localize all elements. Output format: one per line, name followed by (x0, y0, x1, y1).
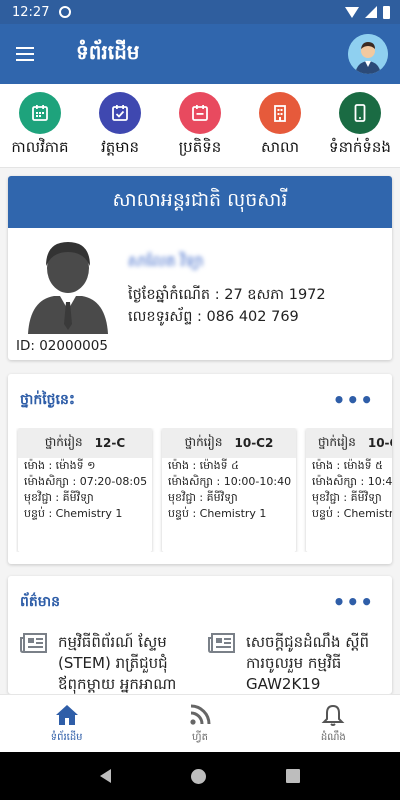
shortcut-calendar[interactable]: ប្រតិទិន (160, 92, 240, 160)
calendar-icon (19, 92, 61, 134)
section-title: ថ្នាក់ថ្ងៃនេះ (20, 392, 76, 408)
class-subject: មុខវិជ្ជា : គីមីវិទ្យា (168, 491, 238, 504)
nav-label: ដំណឹង (320, 731, 346, 743)
back-icon[interactable] (100, 769, 111, 783)
class-code: 10-C (367, 436, 392, 450)
status-time: 12:27 (12, 4, 50, 20)
class-code: 10-C2 (234, 436, 274, 450)
class-carousel[interactable]: ថ្នាក់រៀន 12-C ម៉ោង : ម៉ោងទី ១ ម៉ោងសិក្សា… (16, 428, 392, 552)
shortcut-schedule[interactable]: កាលវិភាគ (0, 92, 80, 160)
phone-icon (339, 92, 381, 134)
student-phone: លេខទូរស័ព្ទ : 086 402 769 (128, 309, 299, 325)
more-icon[interactable]: ••• (333, 388, 374, 412)
class-hour: ម៉ោង : ម៉ោងទី ១ (24, 459, 96, 472)
class-hour: ម៉ោង : ម៉ោងទី ៥ (312, 459, 383, 472)
building-icon (259, 92, 301, 134)
bell-icon (321, 704, 345, 726)
nav-notifications[interactable]: ដំណឹង (288, 703, 378, 745)
class-code: 12-C (94, 436, 126, 450)
person-placeholder-icon (24, 234, 112, 334)
shortcut-contact[interactable]: ទំនាក់ទំនង (320, 92, 400, 160)
home-button-icon[interactable] (191, 768, 206, 784)
signal-icon (365, 6, 377, 18)
nav-home[interactable]: ទំព័រដើម (22, 703, 112, 745)
page-title: ទំព័រដើម (76, 40, 140, 64)
class-lesson: បន្ទប់ : Chemistry 1 (312, 507, 392, 520)
data-saver-icon (59, 6, 72, 18)
bottom-nav: ទំព័រដើម ហ្វីត ដំណឹង (0, 694, 400, 752)
status-bar: 12:27 (0, 0, 400, 24)
class-time: ម៉ោងសិក្សា : 10:00-10:40 (168, 475, 292, 488)
class-hour: ម៉ោង : ម៉ោងទី ៤ (168, 459, 239, 472)
wifi-icon (345, 6, 359, 18)
shortcut-label: សាលា (260, 138, 300, 156)
student-name: សាលែត វិទ្យា (128, 252, 204, 270)
shortcut-bar: កាលវិភាគ វត្តមាន ប្រតិទិន សាលា ទំនាក់ទំន… (0, 84, 400, 168)
calendar-minus-icon (179, 92, 221, 134)
avatar[interactable] (348, 34, 388, 74)
class-lesson: បន្ទប់ : Chemistry 1 (24, 507, 123, 520)
nav-label: ទំព័រដើម (50, 731, 83, 743)
school-name: សាលាអន្តរជាតិ លុចសារី (8, 176, 392, 228)
class-subject: មុខវិជ្ជា : គីមីវិទ្យា (24, 491, 94, 504)
news-item[interactable]: សេចក្តីជូនដំណឹង ស្តីពី ការចូលរួម កម្មវិធ… (208, 632, 386, 695)
rss-feed-icon (190, 704, 211, 725)
newspaper-icon (208, 633, 235, 653)
class-time: ម៉ោងសិក្សា : 07:20-08:05 (24, 475, 148, 488)
class-subject: មុខវិជ្ជា : គីមីវិទ្យា (312, 491, 382, 504)
battery-icon (383, 5, 390, 19)
app-bar: ទំព័រដើម (0, 24, 400, 84)
news-item[interactable]: កម្មវិធីពិព័រណ៍ ស្ទែម (STEM) រាត្រីជួបជុ… (20, 632, 198, 695)
shortcut-attendance[interactable]: វត្តមាន (80, 92, 160, 160)
news-text: កម្មវិធីពិព័រណ៍ ស្ទែម (STEM) រាត្រីជួបជុ… (58, 633, 177, 693)
shortcut-label: ទំនាក់ទំនង (329, 138, 391, 156)
news-section: ព័ត៌មាន ••• កម្មវិធីពិព័រណ៍ ស្ទែម (STEM)… (8, 576, 392, 694)
school-card: សាលាអន្តរជាតិ លុចសារី ID: 02000005 សាលែត… (8, 176, 392, 360)
news-text: សេចក្តីជូនដំណឹង ស្តីពី ការចូលរួម កម្មវិធ… (246, 633, 370, 693)
shortcut-school[interactable]: សាលា (240, 92, 320, 160)
attendance-check-icon (99, 92, 141, 134)
system-navigation-bar (0, 752, 400, 800)
menu-icon[interactable] (12, 38, 44, 70)
class-label: ថ្នាក់រៀន (44, 435, 83, 449)
class-card[interactable]: ថ្នាក់រៀន 10-C ម៉ោង : ម៉ោងទី ៥ ម៉ោងសិក្សា… (306, 428, 392, 552)
class-lesson: បន្ទប់ : Chemistry 1 (168, 507, 267, 520)
today-classes-section: ថ្នាក់ថ្ងៃនេះ ••• ថ្នាក់រៀន 12-C ម៉ោង : ម… (8, 374, 392, 564)
shortcut-label: វត្តមាន (100, 138, 140, 156)
nav-label: ហ្វីត (192, 731, 208, 743)
class-card[interactable]: ថ្នាក់រៀន 12-C ម៉ោង : ម៉ោងទី ១ ម៉ោងសិក្សា… (18, 428, 152, 552)
class-time: ម៉ោងសិក្សា : 10:45 (312, 475, 392, 488)
class-label: ថ្នាក់រៀន (184, 435, 223, 449)
class-label: ថ្នាក់រៀន (318, 435, 356, 449)
section-title: ព័ត៌មាន (20, 594, 60, 610)
newspaper-icon (20, 633, 47, 653)
student-dob: ថ្ងៃខែឆ្នាំកំណើត : 27 ឧសភា 1972 (128, 287, 326, 303)
shortcut-label: ប្រតិទិន (178, 138, 222, 156)
home-icon (55, 704, 78, 725)
more-icon[interactable]: ••• (333, 590, 374, 614)
class-card[interactable]: ថ្នាក់រៀន 10-C2 ម៉ោង : ម៉ោងទី ៤ ម៉ោងសិក្ស… (162, 428, 296, 552)
recents-icon[interactable] (286, 769, 300, 783)
shortcut-label: កាលវិភាគ (11, 138, 69, 156)
student-id: ID: 02000005 (16, 338, 108, 354)
nav-feed[interactable]: ហ្វីត (155, 703, 245, 745)
student-info: ID: 02000005 សាលែត វិទ្យា ថ្ងៃខែឆ្នាំកំណ… (8, 228, 392, 360)
